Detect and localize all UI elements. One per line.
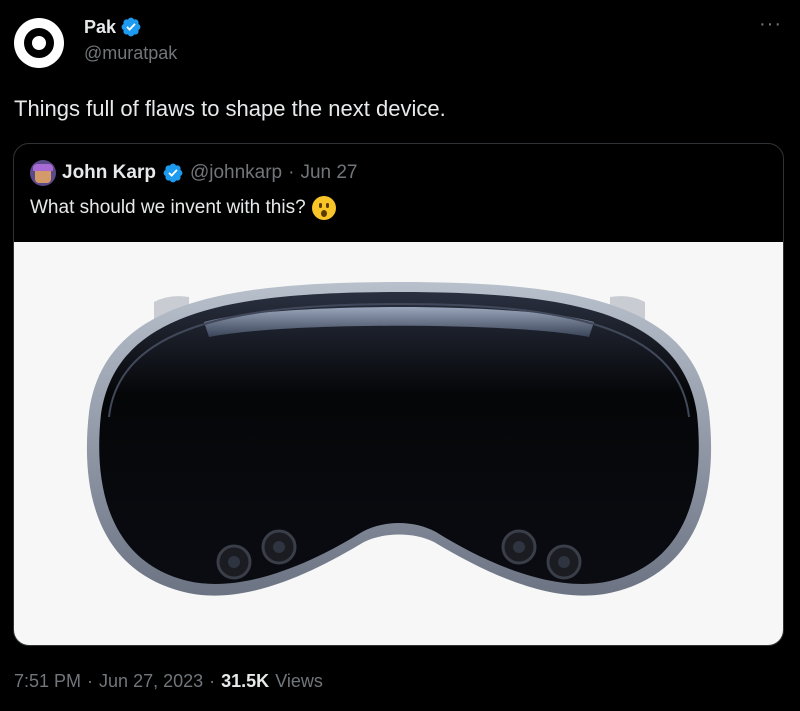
- separator-dot: ·: [87, 671, 94, 691]
- separator-dot: ·: [209, 671, 216, 691]
- quoted-author-handle[interactable]: @johnkarp: [190, 162, 282, 184]
- tweet-text: Things full of flaws to shape the next d…: [14, 96, 446, 121]
- quoted-tweet-text-row: What should we invent with this?: [30, 196, 336, 220]
- views-count[interactable]: 31.5K: [221, 671, 269, 692]
- author-handle[interactable]: @muratpak: [84, 43, 177, 64]
- quoted-tweet-text: What should we invent with this?: [30, 197, 306, 218]
- quoted-tweet-date[interactable]: Jun 27: [300, 162, 357, 184]
- verified-badge-icon: [163, 163, 183, 183]
- headset-illustration: [86, 282, 712, 596]
- author-name-row: Pak: [84, 16, 142, 38]
- tweet-time[interactable]: 7:51 PM: [14, 671, 81, 692]
- quoted-tweet-header: John Karp @johnkarp · Jun 27: [30, 160, 358, 186]
- tweet-date[interactable]: Jun 27, 2023: [99, 671, 203, 692]
- more-options-icon[interactable]: ···: [759, 14, 782, 34]
- quoted-tweet-card[interactable]: John Karp @johnkarp · Jun 27 What should…: [13, 143, 784, 646]
- quoted-author-avatar[interactable]: [30, 160, 56, 186]
- target-logo-icon: [24, 28, 54, 58]
- separator-dot: ·: [288, 162, 295, 183]
- quoted-author-name[interactable]: John Karp: [62, 162, 156, 184]
- views-label[interactable]: Views: [275, 671, 323, 692]
- author-display-name[interactable]: Pak: [84, 17, 116, 38]
- verified-badge-icon[interactable]: [120, 16, 142, 38]
- vision-pro-headset-image[interactable]: [14, 242, 783, 645]
- hushed-face-emoji-icon: [311, 196, 336, 220]
- tweet-meta: 7:51 PM · Jun 27, 2023 · 31.5K Views: [14, 671, 323, 692]
- author-avatar[interactable]: [14, 18, 64, 68]
